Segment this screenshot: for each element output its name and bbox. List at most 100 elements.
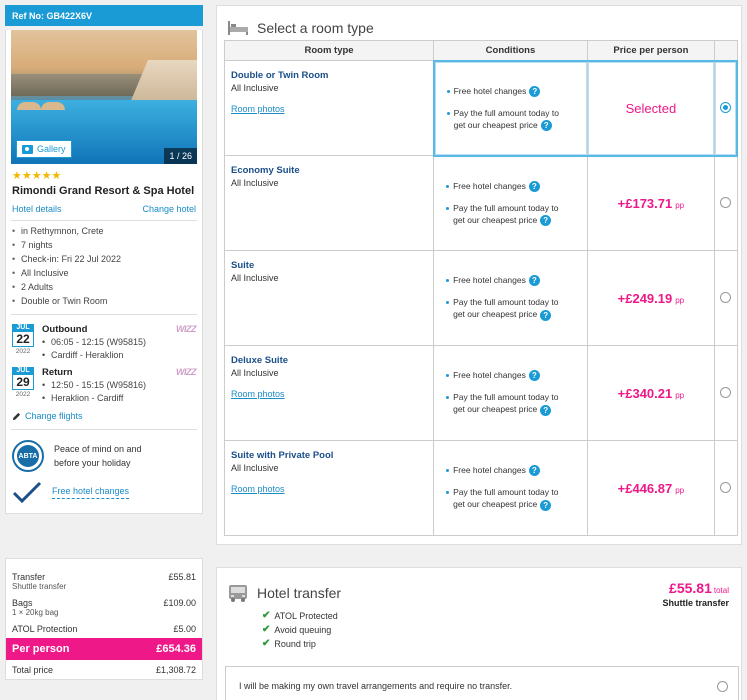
room-conditions: Free hotel changes? Pay the full amount …: [434, 157, 587, 226]
room-price: +£249.19 pp: [586, 250, 715, 346]
condition-pay-full-2: get our cheapest price: [453, 404, 538, 415]
airline-logo: WIZZ: [176, 367, 197, 377]
bags-sub: 1 × 20kg bag: [12, 608, 59, 617]
date-year: 2022: [15, 348, 31, 355]
help-icon[interactable]: ?: [528, 370, 540, 382]
room-radio[interactable]: [720, 196, 732, 208]
free-hotel-changes-label[interactable]: Free hotel changes: [52, 486, 130, 499]
help-icon[interactable]: ?: [529, 85, 541, 97]
hotel-photo[interactable]: Gallery 1 / 26: [11, 30, 197, 164]
condition-pay-full-2: get our cheapest price: [453, 214, 538, 225]
checkmark-icon: [12, 481, 42, 503]
transfer-sub: Shuttle transfer: [12, 582, 67, 591]
help-icon[interactable]: ?: [540, 120, 552, 131]
free-hotel-changes[interactable]: Free hotel changes: [6, 472, 202, 513]
date-year: 2022: [15, 391, 31, 398]
help-icon[interactable]: ?: [528, 465, 540, 477]
room-name: Suite with Private Pool: [231, 450, 334, 461]
help-icon[interactable]: ?: [540, 499, 552, 511]
room-radio[interactable]: [720, 291, 732, 303]
pp-label: pp: [675, 200, 685, 210]
change-flights-label[interactable]: Change flights: [25, 411, 83, 421]
room-photos-link[interactable]: Room photos: [231, 99, 427, 119]
condition-pay-full: Pay the full amount today to: [453, 487, 559, 498]
transfer-name: Shuttle transfer: [662, 598, 729, 608]
fact-guests: 2 Adults: [12, 280, 196, 294]
bed-icon: [228, 21, 248, 35]
room-row[interactable]: Suite with Private Pool All Inclusive Ro…: [223, 440, 738, 536]
date-day: 22: [12, 332, 34, 347]
date-month: JUL: [12, 367, 34, 375]
outbound-time: 06:05 - 12:15 (W95815): [42, 336, 196, 349]
col-room-type: Room type: [223, 40, 435, 61]
fact-room: Double or Twin Room: [12, 294, 196, 308]
rooms-table: Room type Conditions Price per person Do…: [223, 40, 738, 536]
price-value: +£446.87: [617, 480, 673, 496]
transfer-price: £55.81 total Shuttle transfer: [662, 580, 729, 608]
room-conditions: Free hotel changes? Pay the full amount …: [434, 346, 587, 416]
booking-summary-sidebar: Ref No: GB422X6V Gallery 1 / 26 ★★★★★ Ri…: [5, 5, 203, 514]
gallery-button[interactable]: Gallery: [16, 140, 72, 158]
per-person-value: £654.36: [156, 643, 196, 655]
room-radio[interactable]: [719, 101, 731, 113]
room-board: All Inclusive: [231, 463, 279, 473]
hotel-transfer-section: Hotel transfer £55.81 total Shuttle trans…: [216, 567, 742, 700]
airline-logo: WIZZ: [176, 324, 197, 334]
pp-label: pp: [675, 295, 685, 305]
transfer-total-label: total: [713, 586, 729, 595]
help-icon[interactable]: ?: [528, 180, 540, 192]
room-conditions: Free hotel changes? Pay the full amount …: [434, 441, 587, 511]
room-price: +£446.87 pp: [586, 440, 715, 536]
reference-number: Ref No: GB422X6V: [5, 5, 203, 26]
hotel-name: Rimondi Grand Resort & Spa Hotel: [12, 185, 195, 197]
bus-icon: [229, 585, 247, 602]
room-name: Economy Suite: [231, 165, 300, 176]
outbound-title: Outbound: [42, 324, 88, 335]
no-transfer-radio[interactable]: [717, 681, 728, 692]
condition-pay-full-2: get our cheapest price: [453, 499, 538, 510]
abta-text: ABTA: [17, 445, 39, 467]
room-row[interactable]: Economy Suite All Inclusive Free hotel c…: [223, 155, 738, 251]
price-summary: Transfer £55.81 Shuttle transfer Bags £109…: [5, 558, 203, 680]
help-icon[interactable]: ?: [540, 215, 552, 226]
room-radio[interactable]: [720, 386, 732, 398]
help-icon[interactable]: ?: [540, 309, 552, 321]
section-title: Select a room type: [257, 20, 374, 36]
room-name: Suite: [231, 260, 255, 271]
abta-logo: ABTA: [12, 440, 44, 472]
transfer-value: £55.81: [168, 572, 196, 582]
check-icon: ✔: [262, 638, 271, 649]
room-row[interactable]: Deluxe Suite All Inclusive Room photos F…: [223, 345, 738, 441]
return-date: JUL 29 2022: [12, 367, 34, 405]
transfer-amount: £55.81: [669, 580, 712, 596]
room-photos-link[interactable]: Room photos: [231, 384, 427, 404]
condition-free-changes: Free hotel changes: [453, 465, 526, 475]
feature-queuing: Avoid queuing: [274, 625, 332, 635]
hotel-details-link[interactable]: Hotel details: [12, 204, 62, 214]
feature-atol: ATOL Protected: [274, 611, 338, 621]
change-hotel-link[interactable]: Change hotel: [142, 204, 196, 214]
return-flight: JUL 29 2022 Return 12:50 - 15:15 (W95816…: [6, 367, 202, 405]
date-day: 29: [12, 375, 34, 390]
no-transfer-option[interactable]: I will be making my own travel arrangeme…: [225, 666, 739, 700]
bags-label: Bags: [12, 598, 33, 608]
outbound-route: Cardiff - Heraklion: [42, 349, 196, 362]
room-conditions: Free hotel changes? Pay the full amount …: [434, 251, 587, 321]
no-transfer-label: I will be making my own travel arrangeme…: [239, 681, 513, 691]
room-photos-link[interactable]: Room photos: [231, 479, 427, 499]
room-price: +£340.21 pp: [586, 345, 715, 441]
change-flights-link[interactable]: Change flights: [6, 405, 202, 421]
help-icon[interactable]: ?: [528, 275, 540, 287]
peace-line2: before your holiday: [54, 458, 131, 468]
room-radio[interactable]: [720, 481, 732, 493]
transfer-features: ✔ ATOL Protected ✔ Avoid queuing ✔ Round tr…: [217, 603, 741, 651]
per-person-label: Per person: [12, 643, 70, 655]
room-row[interactable]: Double or Twin Room All Inclusive Room p…: [223, 59, 738, 157]
help-icon[interactable]: ?: [540, 404, 552, 416]
check-icon: ✔: [262, 624, 271, 635]
pp-label: pp: [675, 485, 685, 495]
peace-line1: Peace of mind on and: [54, 444, 142, 454]
condition-free-changes: Free hotel changes: [453, 85, 527, 96]
room-board: All Inclusive: [231, 83, 279, 93]
room-row[interactable]: Suite All Inclusive Free hotel changes? …: [223, 250, 738, 346]
